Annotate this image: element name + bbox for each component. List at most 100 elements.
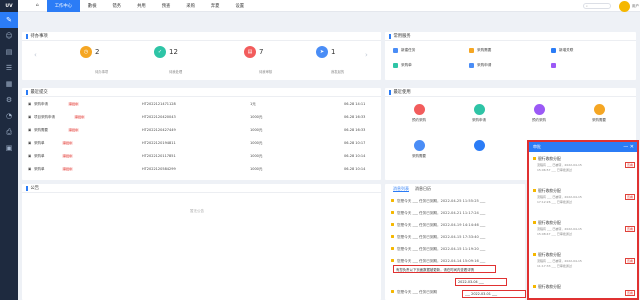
bell-icon (533, 157, 536, 160)
common-item[interactable]: 采购需要 (399, 140, 439, 159)
row-date: 06-28 10:14 (344, 153, 366, 158)
menu-item[interactable]: 错务 (105, 0, 130, 12)
list-item[interactable]: 您是今天 ___ 任务已到期 (391, 290, 437, 295)
document-icon[interactable]: ▤ (0, 44, 18, 60)
print-icon[interactable]: ⎙ (0, 124, 18, 140)
menu-item[interactable]: 工作中心 (46, 0, 80, 12)
notification-card[interactable]: 银行收款分配 流程有 ___ 已被转，2022-04-15 11:17:33 __… (533, 252, 635, 284)
stat-label: 待我审核 (259, 70, 273, 74)
view-button[interactable]: 查看 (624, 290, 635, 296)
chevron-left-icon[interactable]: ‹ (34, 51, 37, 59)
highlight-box[interactable]: 2022-03-04 ___ (455, 278, 507, 286)
user-icon[interactable]: ☺ (0, 28, 18, 44)
view-button[interactable]: 查看 (624, 226, 635, 232)
table-row[interactable]: ▣ 项目采购申请 审批中 HT2022120420043 1000元 06-28… (22, 112, 381, 121)
recent-panel: 最近提交 ▣ 采购申请 审批中 HT2022121471128 1元 06-28… (22, 88, 381, 180)
avatar[interactable] (619, 0, 630, 12)
quick-item[interactable]: 新建任务 (393, 48, 415, 53)
table-row[interactable]: ▣ 采购需要 审批中 HT2022120427449 1000元 06-28 1… (22, 125, 381, 134)
menu-item[interactable]: 共用 (129, 0, 154, 12)
table-row[interactable]: ▣ 采购申请 审批中 HT2022121471128 1元 06-28 14:1… (22, 99, 381, 108)
quick-title: 常用服务 (385, 32, 636, 41)
topbar: ⌂ 工作中心 數檢 错务 共用 预查 采购 奔夏 设置 ⌕ 用户 (18, 0, 640, 12)
todo-stat[interactable]: ✓ 12 (154, 46, 178, 58)
tab-message-calendar[interactable]: 消息日历 (415, 186, 431, 192)
view-button[interactable]: 查看 (624, 162, 635, 168)
list-item[interactable]: 您是今天 ___ 任务已到期，2022-04-19 14:14:46 ___ (391, 223, 485, 228)
table-row[interactable]: ▣ 采购单 审批中 HT2022120194811 1000元 06-28 10… (22, 138, 381, 147)
chevron-right-icon[interactable]: › (365, 51, 368, 59)
highlight-box[interactable]: 有您负责以下页面数据被更新，请在时间内查看详情 (393, 265, 496, 273)
list-item[interactable]: 您是今天 ___ 任务已到期，2022-04-15 17:33:40 ___ (391, 235, 485, 240)
quick-item[interactable]: 新增关联 (551, 48, 573, 53)
quick-item[interactable]: 采购申请 (469, 63, 491, 68)
archive-icon[interactable]: ▣ (0, 140, 18, 156)
quick-item[interactable]: 采购需要 (469, 48, 491, 53)
send-icon: ➤ (316, 46, 328, 58)
search-icon: ⌕ (586, 4, 588, 8)
list-icon[interactable]: ☰ (0, 60, 18, 76)
report-icon[interactable]: ▦ (0, 76, 18, 92)
list-item[interactable]: 您是今天 ___ 任务已到期，2022-04-15 11:19:20 ___ (391, 247, 485, 252)
quick-item[interactable]: 采购单 (393, 63, 412, 68)
minimize-close-icons[interactable]: — ✕ (623, 144, 634, 150)
row-name: 采购单 (34, 153, 45, 158)
menu-item[interactable]: 设置 (227, 0, 252, 12)
tab-message-list[interactable]: 消息列表 (393, 186, 409, 192)
menu-item[interactable]: 數檢 (80, 0, 105, 12)
list-item-icon: ▣ (28, 114, 32, 119)
mail-icon (391, 259, 394, 262)
row-amount: 1000元 (250, 166, 263, 171)
menu-item[interactable]: 预查 (154, 0, 179, 12)
home-icon[interactable]: ⌂ (28, 0, 47, 12)
mail-icon (391, 235, 394, 238)
list-item-icon: ▣ (28, 166, 32, 171)
edit-icon[interactable]: ✎ (0, 12, 18, 28)
stat-number: 7 (259, 48, 264, 56)
user-name[interactable]: 用户 (632, 4, 639, 9)
status-badge: 审批中 (74, 114, 86, 119)
row-code: HT2022121471128 (142, 101, 176, 106)
row-amount: 1000元 (250, 140, 263, 145)
notification-card[interactable]: 银行收款分配 流程有 ___ 已被转，2022-04-15 17:12:26 __… (533, 188, 635, 220)
highlight-box[interactable]: ___ 2022-03-01 ___ (462, 290, 526, 298)
row-date: 06-28 14:11 (344, 101, 366, 106)
settings-icon[interactable]: ⚙ (0, 92, 18, 108)
common-item[interactable]: 采购需要 (579, 104, 619, 123)
row-code: HT2022120427449 (142, 127, 176, 132)
todo-title: 待办事项 (22, 32, 381, 41)
list-item[interactable]: 您是今天 ___ 任务已到期，2022-04-14 15:09:16 ___ (391, 259, 485, 264)
list-item[interactable]: 您是今天 ___ 任务已到期，2022-04-25 11:55:25 ___ (391, 199, 485, 204)
app-icon (533, 104, 545, 115)
notification-card[interactable]: 银行收款分配 流程有 ___ 已被转，2022-04-15 15:08:47 __… (533, 220, 635, 252)
table-row[interactable]: ▣ 采购单 审批中 HT2022120584299 1000元 06-28 10… (22, 164, 381, 173)
notification-card[interactable]: 银行收款分配 查看 (533, 284, 635, 298)
list-item[interactable]: 您是今天 ___ 任务已到期，2022-04-21 11:17:24 ___ (391, 211, 485, 216)
list-item-icon: ▣ (28, 140, 32, 145)
view-button[interactable]: 查看 (624, 258, 635, 264)
quick-item[interactable] (551, 63, 559, 68)
common-item[interactable]: 预约采购 (519, 104, 559, 123)
mail-icon (391, 223, 394, 226)
chart-icon[interactable]: ◔ (0, 108, 18, 124)
search-input[interactable]: ⌕ (583, 3, 611, 9)
todo-stat[interactable]: ➤ 1 (316, 46, 335, 58)
todo-stat[interactable]: ◷ 2 (80, 46, 99, 58)
task-icon: ✓ (154, 46, 166, 58)
row-code: HT2022120117851 (142, 153, 176, 158)
notification-card[interactable]: 银行收款分配 流程有 ___ 已被转，2022-04-15 15:06:57 __… (533, 156, 635, 188)
view-button[interactable]: 查看 (624, 194, 635, 200)
document-icon: ▤ (244, 46, 256, 58)
message-tabs: 消息列表 消息日历 (385, 184, 525, 193)
common-item[interactable]: 采购申请 (459, 104, 499, 123)
table-row[interactable]: ▣ 采购单 审批中 HT2022120117851 1000元 06-28 10… (22, 151, 381, 160)
common-item[interactable] (459, 140, 499, 154)
todo-stat[interactable]: ▤ 7 (244, 46, 263, 58)
common-item[interactable]: 预约采购 (399, 104, 439, 123)
menu-item[interactable]: 奔夏 (203, 0, 228, 12)
menu-item[interactable]: 采购 (178, 0, 203, 12)
app-icon (473, 140, 485, 151)
bell-icon (533, 285, 536, 288)
mail-icon (391, 247, 394, 250)
app-icon (593, 104, 605, 115)
